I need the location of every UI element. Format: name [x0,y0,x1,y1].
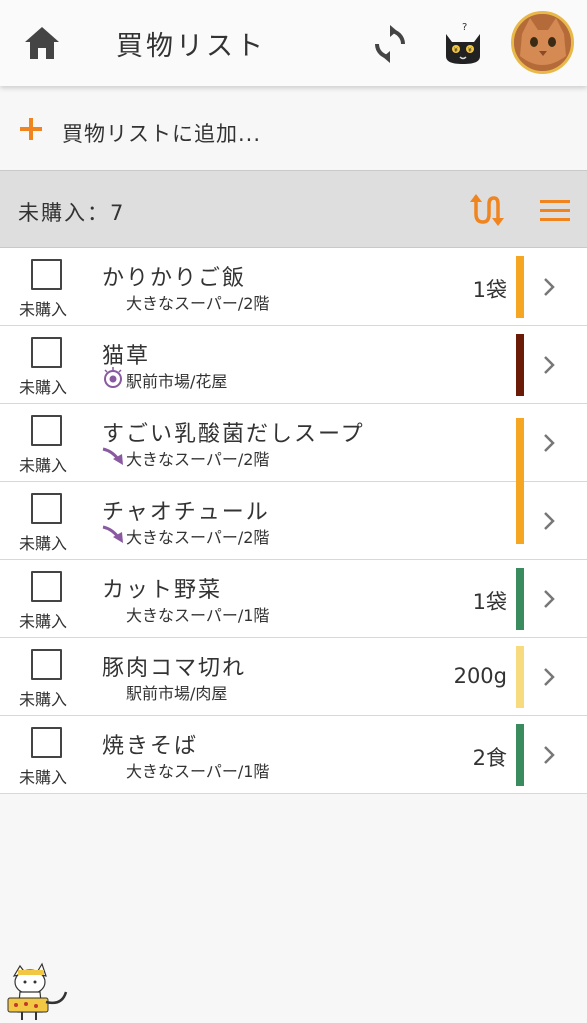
category-color-bar [516,646,524,708]
chevron-right-icon[interactable] [541,588,557,610]
plus-icon[interactable] [18,116,44,142]
status-label: 未購入 [19,768,68,787]
checkbox[interactable] [31,493,62,524]
svg-text:¥: ¥ [468,47,472,54]
item-name: チャオチュール [102,500,270,525]
item-store: 大きなスーパー/2階 [126,528,270,547]
list-item[interactable]: 未購入 猫草 駅前市場/花屋 [0,326,587,404]
chevron-right-icon[interactable] [541,744,557,766]
item-name: 焼きそば [102,734,199,759]
status-label: 未購入 [19,378,68,397]
category-color-bar [516,724,524,786]
item-store: 駅前市場/花屋 [126,372,228,391]
list-item[interactable]: 未購入 すごい乳酸菌だしスープ 大きなスーパー/2階 [0,404,587,482]
checkbox[interactable] [31,727,62,758]
menu-icon[interactable] [538,196,572,226]
add-item-label[interactable]: 買物リストに追加... [62,118,261,148]
category-color-bar [516,482,524,544]
list-item[interactable]: 未購入 カット野菜 大きなスーパー/1階 1袋 [0,560,587,638]
category-color-bar [516,334,524,396]
list-item[interactable]: 未購入 チャオチュール 大きなスーパー/2階 [0,482,587,560]
app-bar: 買物リスト ? ¥ ¥ [0,0,587,86]
sort-icon[interactable] [468,192,504,228]
item-store: 大きなスーパー/2階 [126,294,270,313]
item-name: すごい乳酸菌だしスープ [102,422,365,447]
target-icon [102,367,124,389]
category-color-bar [516,568,524,630]
item-quantity: 1袋 [472,278,507,302]
chevron-right-icon[interactable] [541,354,557,376]
svg-text:¥: ¥ [454,47,458,54]
item-store: 大きなスーパー/2階 [126,450,270,469]
list-item[interactable]: 未購入 豚肉コマ切れ 駅前市場/肉屋 200g [0,638,587,716]
checkbox[interactable] [31,571,62,602]
item-name: 豚肉コマ切れ [102,656,247,681]
checkbox[interactable] [31,337,62,368]
checkbox[interactable] [31,415,62,446]
chevron-right-icon[interactable] [541,432,557,454]
category-color-bar [516,418,524,482]
unpurchased-count: 未購入：7 [18,201,126,225]
item-store: 大きなスーパー/1階 [126,762,270,781]
cat-face-icon[interactable]: ? ¥ ¥ [440,20,486,66]
home-icon[interactable] [22,24,62,62]
list-item[interactable]: 未購入 焼きそば 大きなスーパー/1階 2食 [0,716,587,794]
status-label: 未購入 [19,534,68,553]
curved-arrow-icon [102,523,124,545]
status-label: 未購入 [19,300,68,319]
item-quantity: 2食 [472,746,507,770]
item-store: 大きなスーパー/1階 [126,606,270,625]
item-quantity: 1袋 [472,590,507,614]
chevron-right-icon[interactable] [541,510,557,532]
status-label: 未購入 [19,690,68,709]
status-label: 未購入 [19,456,68,475]
user-avatar[interactable] [511,11,574,74]
item-quantity: 200g [453,664,507,688]
list-item[interactable]: 未購入 かりかりご飯 大きなスーパー/2階 1袋 [0,248,587,326]
category-color-bar [516,256,524,318]
page-title: 買物リスト [116,31,266,62]
shopping-list: 未購入 かりかりご飯 大きなスーパー/2階 1袋 未購入 猫草 駅前市場/花屋 … [0,248,587,794]
item-name: カット野菜 [102,578,223,603]
status-label: 未購入 [19,612,68,631]
item-name: 猫草 [102,344,151,369]
checkbox[interactable] [31,649,62,680]
checkbox[interactable] [31,259,62,290]
curved-arrow-icon [102,445,124,467]
item-store: 駅前市場/肉屋 [126,684,228,703]
cat-mascot-icon[interactable] [6,962,70,1023]
chevron-right-icon[interactable] [541,276,557,298]
svg-text:?: ? [462,22,467,33]
sync-icon[interactable] [370,24,410,64]
chevron-right-icon[interactable] [541,666,557,688]
item-name: かりかりご飯 [102,266,247,291]
